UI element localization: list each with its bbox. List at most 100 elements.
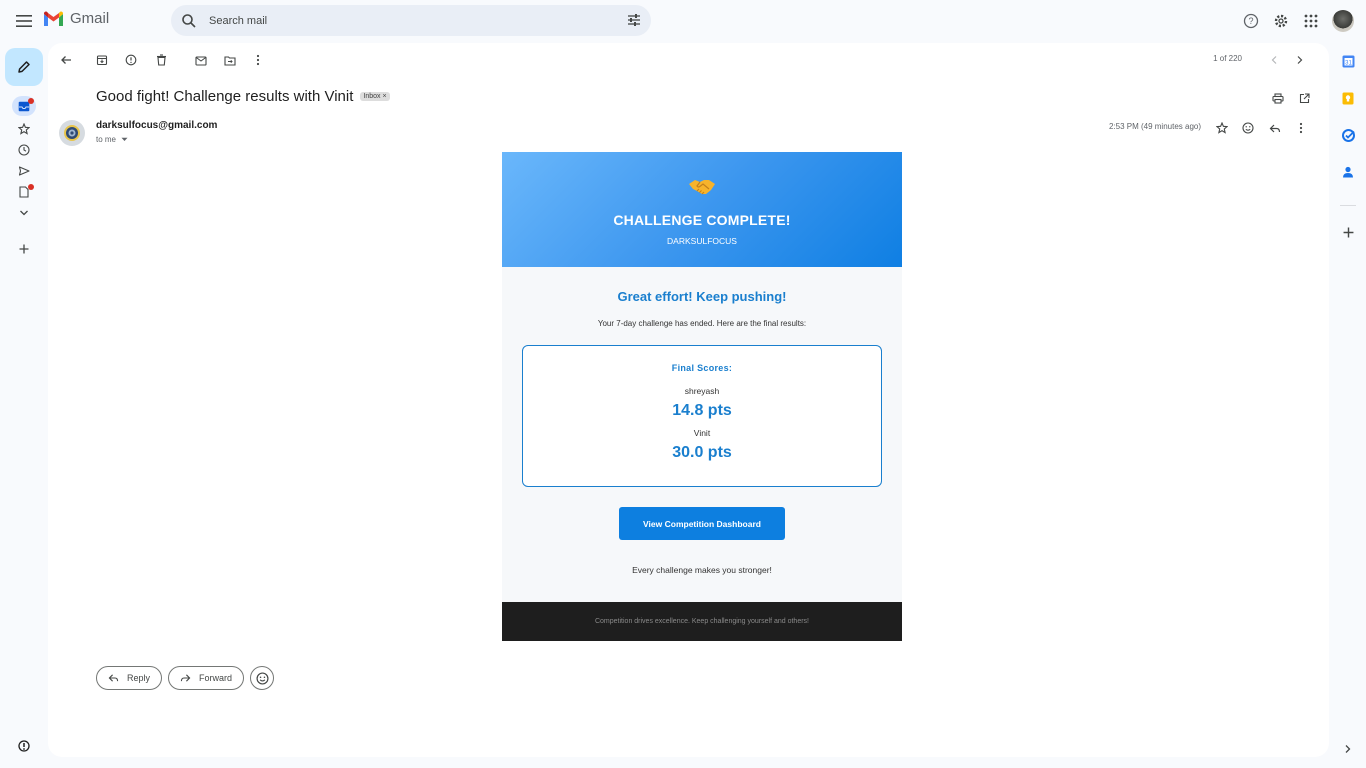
svg-text:?: ? [1248, 16, 1253, 26]
settings-gear-icon[interactable] [1272, 12, 1290, 30]
mark-unread-button[interactable] [193, 52, 209, 68]
archive-icon [96, 55, 108, 66]
emoji-reaction-button[interactable] [250, 666, 275, 690]
email-closing: Every challenge makes you stronger! [632, 565, 772, 575]
main-menu-icon[interactable] [12, 9, 36, 33]
inbox-label-chip[interactable]: Inbox × [360, 92, 390, 101]
reply-icon-button[interactable] [1267, 120, 1283, 136]
side-panel-divider [1340, 205, 1356, 206]
search-input[interactable] [209, 14, 609, 27]
forward-label: Forward [199, 673, 233, 683]
compose-button[interactable] [5, 48, 43, 86]
open-new-window-button[interactable] [1296, 90, 1312, 106]
caret-down-icon [121, 137, 128, 141]
older-button[interactable] [1292, 52, 1308, 68]
more-vert-icon [1299, 122, 1303, 134]
storage-info-button[interactable] [14, 738, 34, 754]
left-navigation [0, 42, 48, 768]
mail-unread-icon [195, 55, 207, 66]
delete-button[interactable] [153, 52, 169, 68]
report-spam-button[interactable] [123, 52, 139, 68]
side-panel: 31 [1329, 42, 1366, 768]
info-circle-icon [18, 740, 30, 752]
more-vert-icon [256, 54, 260, 66]
search-options-icon[interactable] [627, 13, 641, 27]
top-bar: Gmail ? [0, 0, 1366, 42]
recipient-text: to me [96, 135, 117, 144]
more-options-button[interactable] [250, 52, 266, 68]
search-icon[interactable] [181, 13, 197, 29]
message-more-button[interactable] [1293, 120, 1309, 136]
email-header-banner: CHALLENGE COMPLETE! DARKSULFOCUS [502, 152, 902, 267]
trash-icon [156, 54, 166, 66]
email-tagline: Great effort! Keep pushing! [617, 289, 787, 304]
apps-grid-icon[interactable] [1302, 12, 1320, 30]
inbox-nav-item[interactable] [12, 96, 36, 116]
handshake-icon [502, 152, 902, 207]
recipient-details[interactable]: to me [96, 135, 128, 144]
keep-icon [1342, 92, 1354, 104]
star-outline-icon [1216, 122, 1228, 134]
arrow-back-icon [61, 56, 71, 64]
sender-email[interactable]: darksulfocus@gmail.com [96, 120, 217, 131]
reply-actions: Reply Forward [96, 666, 275, 690]
starred-nav-item[interactable] [14, 121, 34, 137]
app-name: Gmail [70, 10, 110, 27]
label-text: Inbox [363, 93, 381, 100]
email-subheading: DARKSULFOCUS [667, 236, 737, 246]
star-button[interactable] [1214, 120, 1230, 136]
scores-title: Final Scores: [671, 363, 733, 373]
back-button[interactable] [58, 52, 74, 68]
help-icon[interactable]: ? [1242, 12, 1260, 30]
archive-button[interactable] [94, 52, 110, 68]
svg-text:31: 31 [1345, 60, 1352, 66]
plus-icon [19, 244, 29, 254]
view-dashboard-button[interactable]: View Competition Dashboard [619, 507, 785, 540]
sent-nav-item[interactable] [14, 163, 34, 179]
player-score: 14.8 pts [672, 402, 732, 419]
forward-button[interactable]: Forward [168, 666, 245, 690]
reply-button[interactable]: Reply [96, 666, 163, 690]
print-button[interactable] [1270, 90, 1286, 106]
player-name: shreyash [684, 386, 720, 396]
more-nav-item[interactable] [14, 205, 34, 221]
forward-icon [180, 674, 191, 682]
search-bar[interactable] [171, 5, 651, 36]
newer-button[interactable] [1266, 52, 1282, 68]
snoozed-nav-item[interactable] [14, 142, 34, 158]
calendar-icon: 31 [1342, 55, 1354, 67]
open-in-new-icon [1299, 92, 1310, 103]
gmail-logo[interactable]: Gmail [43, 10, 109, 27]
email-footer: Competition drives excellence. Keep chal… [502, 602, 902, 641]
reply-icon [1269, 124, 1281, 132]
create-label-button[interactable] [14, 241, 34, 257]
clock-icon [18, 144, 30, 156]
folder-move-icon [224, 55, 236, 66]
print-icon [1272, 92, 1284, 104]
plus-icon [1343, 227, 1353, 237]
keep-app-button[interactable] [1340, 90, 1356, 106]
tasks-app-button[interactable] [1340, 127, 1356, 143]
sender-avatar[interactable] [59, 120, 85, 146]
gmail-m-icon [44, 11, 63, 26]
contacts-app-button[interactable] [1340, 164, 1356, 180]
message-view: 1 of 220 Good fight! Challenge results w… [48, 43, 1329, 757]
sender-logo-icon [64, 125, 80, 141]
account-avatar[interactable] [1332, 10, 1354, 32]
send-icon [18, 166, 30, 176]
chevron-right-icon [1297, 56, 1303, 64]
pencil-icon [18, 61, 30, 73]
pagination-count: 1 of 220 [1213, 54, 1242, 63]
chevron-left-icon [1271, 56, 1277, 64]
remove-label-icon[interactable]: × [382, 93, 386, 100]
tasks-icon [1341, 128, 1355, 142]
calendar-app-button[interactable]: 31 [1340, 53, 1356, 69]
get-addons-button[interactable] [1340, 224, 1356, 240]
email-body: CHALLENGE COMPLETE! DARKSULFOCUS Great e… [502, 152, 902, 641]
add-reaction-button[interactable] [1240, 120, 1256, 136]
drafts-nav-item[interactable] [14, 184, 34, 200]
show-side-panel-button[interactable] [1340, 741, 1356, 757]
emoji-icon [256, 671, 269, 685]
move-to-button[interactable] [222, 52, 238, 68]
reply-label: Reply [127, 673, 151, 683]
